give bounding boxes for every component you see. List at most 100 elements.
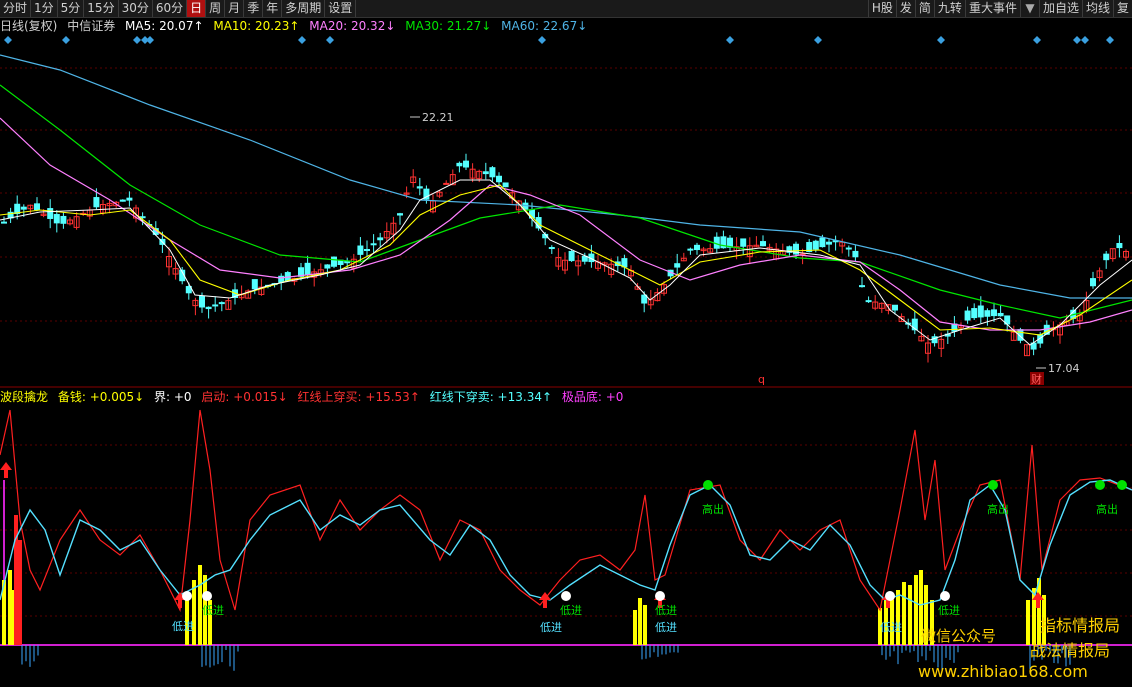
volume-bar-yellow bbox=[896, 590, 900, 645]
ma5-line bbox=[0, 179, 1132, 346]
low-in-label: 低进 bbox=[202, 604, 224, 617]
candle-body bbox=[852, 250, 859, 258]
candle-body bbox=[489, 167, 496, 178]
white-dot-icon bbox=[561, 591, 571, 601]
candle-body bbox=[397, 213, 403, 216]
candle-body bbox=[324, 264, 331, 269]
candle-body bbox=[93, 197, 100, 208]
candle-body bbox=[581, 255, 588, 262]
event-diamond-icon bbox=[4, 36, 12, 44]
candle-body bbox=[812, 240, 819, 250]
high-dot-icon bbox=[1095, 480, 1105, 490]
candle-body bbox=[859, 285, 865, 288]
volume-bar-red bbox=[18, 540, 22, 645]
event-diamond-icon bbox=[62, 36, 70, 44]
event-diamond-icon bbox=[726, 36, 734, 44]
event-diamond-icon bbox=[326, 36, 334, 44]
white-dot-icon bbox=[655, 591, 665, 601]
candle-body bbox=[482, 171, 489, 175]
candle-body bbox=[34, 203, 40, 211]
event-diamond-icon bbox=[538, 36, 546, 44]
marker-cai: 财 bbox=[1031, 372, 1042, 386]
volume-bar-yellow bbox=[890, 595, 894, 645]
watermark-wechat: 微信公众号 bbox=[921, 627, 997, 645]
volume-bar-yellow bbox=[902, 582, 906, 645]
watermark-site: www.zhibiao168.com bbox=[918, 662, 1088, 681]
candle-body bbox=[53, 214, 60, 224]
watermark-line2: 战法情报局 bbox=[1030, 641, 1111, 660]
low-in-label: 低进 bbox=[938, 604, 960, 617]
volume-bar-yellow bbox=[643, 605, 647, 645]
high-price-label: 22.21 bbox=[422, 111, 454, 124]
event-diamond-icon bbox=[937, 36, 945, 44]
candle-body bbox=[443, 182, 450, 185]
candle-body bbox=[760, 241, 766, 247]
low-in-label: 低进 bbox=[540, 621, 562, 634]
candle-body bbox=[997, 312, 1004, 317]
high-dot-icon bbox=[988, 480, 998, 490]
candle-body bbox=[977, 305, 984, 318]
candle-body bbox=[357, 245, 364, 255]
candle-body bbox=[331, 256, 337, 267]
ma30-line bbox=[0, 84, 1132, 319]
candle-body bbox=[218, 302, 225, 305]
candle-body bbox=[984, 310, 991, 317]
buy-arrow-icon bbox=[0, 462, 12, 478]
candle-body bbox=[199, 295, 205, 308]
candle-body bbox=[370, 243, 377, 246]
candle-body bbox=[641, 294, 648, 304]
event-diamond-icon bbox=[298, 36, 306, 44]
event-diamond-icon bbox=[1106, 36, 1114, 44]
volume-bar-yellow bbox=[914, 575, 918, 645]
candle-body bbox=[1090, 278, 1096, 287]
candle-body bbox=[47, 208, 54, 219]
high-out-label: 高出 bbox=[987, 502, 1009, 516]
volume-bar-yellow bbox=[638, 598, 642, 645]
low-in-label: 低进 bbox=[172, 620, 194, 633]
candle-body bbox=[1, 221, 7, 224]
low-in-label: 低进 bbox=[560, 604, 582, 617]
candle-body bbox=[621, 258, 628, 268]
high-out-label: 高出 bbox=[702, 502, 724, 516]
low-price-label: 17.04 bbox=[1048, 362, 1080, 375]
cyan-signal-line bbox=[0, 479, 1132, 606]
event-diamond-icon bbox=[133, 36, 141, 44]
candle-body bbox=[964, 310, 971, 321]
low-in-label: 低进 bbox=[655, 621, 677, 634]
high-dot-icon bbox=[1117, 480, 1127, 490]
high-out-label: 高出 bbox=[1096, 502, 1118, 516]
watermark-line1: 指标情报局 bbox=[1040, 616, 1121, 635]
candle-body bbox=[991, 309, 997, 317]
candle-body bbox=[892, 304, 898, 311]
white-dot-icon bbox=[202, 591, 212, 601]
event-diamond-icon bbox=[1033, 36, 1041, 44]
red-signal-line bbox=[0, 409, 1132, 613]
candle-body bbox=[845, 247, 852, 250]
candle-body bbox=[20, 206, 27, 210]
white-dot-icon bbox=[182, 591, 192, 601]
candle-body bbox=[694, 244, 700, 251]
ma20-line bbox=[0, 117, 1132, 331]
candle-body bbox=[126, 197, 133, 201]
candle-body bbox=[548, 247, 555, 250]
event-diamond-icon bbox=[1081, 36, 1089, 44]
candle-body bbox=[819, 237, 826, 248]
marker-q: q bbox=[758, 373, 765, 386]
candle-body bbox=[416, 186, 423, 189]
event-diamond-icon bbox=[814, 36, 822, 44]
white-dot-icon bbox=[940, 591, 950, 601]
candle-body bbox=[687, 248, 694, 251]
candle-body bbox=[502, 182, 509, 188]
event-diamond-icon bbox=[1073, 36, 1081, 44]
candle-body bbox=[971, 308, 978, 319]
candle-body bbox=[212, 304, 219, 307]
high-dot-icon bbox=[703, 480, 713, 490]
candle-body bbox=[456, 162, 463, 167]
candle-body bbox=[674, 263, 681, 268]
ma60-line bbox=[0, 54, 1132, 299]
kline-chart[interactable]: 22.2117.04q 财低进低进低进低进低进低进低进低进高出 高出 高出 bbox=[0, 0, 1132, 687]
candle-body bbox=[60, 215, 67, 224]
candle-body bbox=[364, 249, 370, 252]
low-in-label: 低进 bbox=[655, 604, 677, 617]
volume-bar-yellow bbox=[192, 580, 196, 645]
